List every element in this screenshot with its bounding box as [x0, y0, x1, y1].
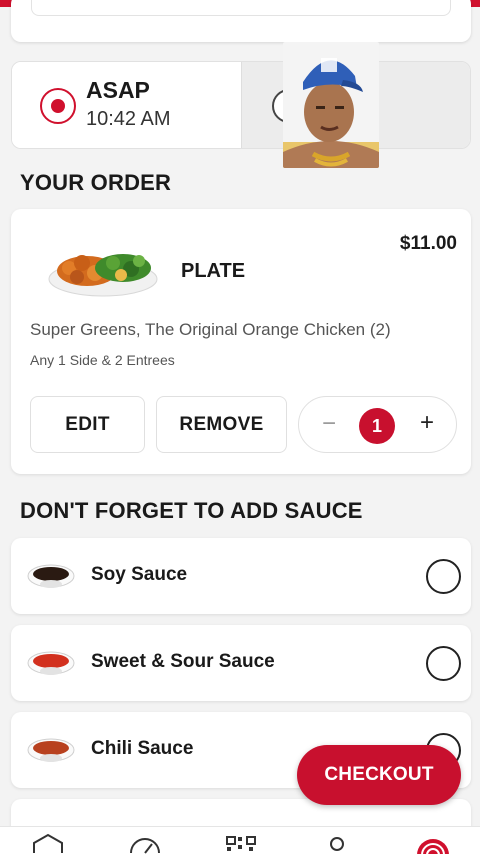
order-item-subtitle: Any 1 Side & 2 Entrees: [30, 352, 175, 368]
plate-image: [47, 235, 159, 301]
chili-sauce-bowl-icon: [27, 736, 75, 764]
account-icon[interactable]: [317, 833, 357, 854]
scan-code-icon[interactable]: [221, 833, 261, 854]
order-item-card: PLATE $11.00 Super Greens, The Original …: [11, 209, 471, 474]
sauce-name: Soy Sauce: [91, 564, 188, 585]
sauce-radio[interactable]: [426, 559, 461, 594]
soy-sauce-bowl-icon: [27, 562, 75, 590]
time-option-asap[interactable]: ASAP 10:42 AM: [12, 62, 241, 148]
sweet-sour-sauce-bowl-icon: [27, 649, 75, 677]
edit-button[interactable]: EDIT: [30, 396, 145, 453]
sauce-radio[interactable]: [426, 646, 461, 681]
pickup-time-selector: ASAP 10:42 AM ER: [11, 61, 471, 149]
radio-selected-icon[interactable]: [40, 88, 76, 124]
checkout-button[interactable]: CHECKOUT: [297, 745, 461, 805]
sauce-name: Sweet & Sour Sauce: [91, 651, 275, 672]
remove-button[interactable]: REMOVE: [156, 396, 287, 453]
panda-logo-icon[interactable]: [413, 833, 453, 854]
sauce-heading: DON'T FORGET TO ADD SAUCE: [20, 498, 363, 523]
order-item-name: PLATE: [181, 260, 246, 282]
bottom-navigation: [0, 826, 480, 854]
previous-card: [11, 0, 471, 42]
rewards-gauge-icon[interactable]: [125, 833, 165, 854]
order-item-price: $11.00: [399, 233, 457, 254]
asap-time: 10:42 AM: [86, 108, 171, 130]
sauce-name: Chili Sauce: [91, 738, 194, 759]
quantity-stepper: − 1 +: [298, 396, 457, 453]
sauce-option-sweet-sour[interactable]: Sweet & Sour Sauce: [11, 625, 471, 701]
decrease-quantity-button[interactable]: −: [319, 410, 339, 438]
increase-quantity-button[interactable]: +: [417, 409, 437, 437]
previous-card-field: [31, 0, 451, 16]
order-item-description: Super Greens, The Original Orange Chicke…: [30, 320, 391, 339]
asap-title: ASAP: [86, 77, 150, 103]
quantity-value: 1: [359, 408, 395, 444]
your-order-heading: YOUR ORDER: [20, 170, 172, 195]
home-icon[interactable]: [28, 833, 68, 854]
sauce-option-soy[interactable]: Soy Sauce: [11, 538, 471, 614]
webcam-overlay: [283, 42, 379, 168]
